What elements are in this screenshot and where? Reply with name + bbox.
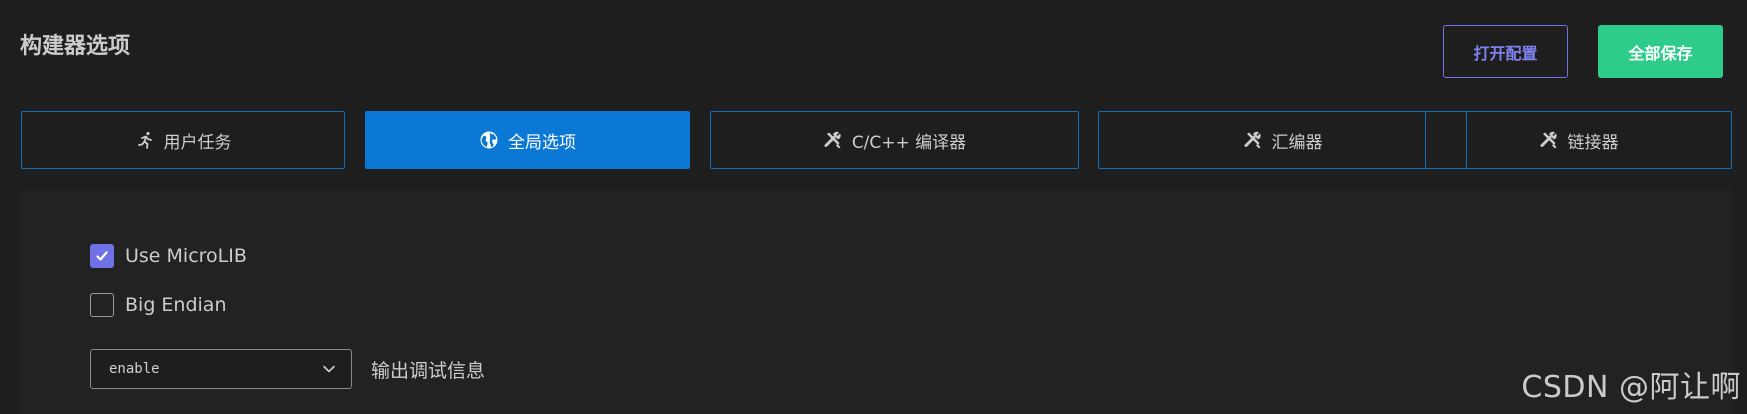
tools-icon xyxy=(1243,130,1263,150)
debug-output-label: 输出调试信息 xyxy=(371,359,486,382)
tools-icon xyxy=(823,130,843,150)
tab-label: 链接器 xyxy=(1567,132,1619,153)
globe-icon xyxy=(479,130,499,150)
tab-user-tasks[interactable]: 用户任务 xyxy=(21,111,345,169)
tab-label: 全局选项 xyxy=(508,132,576,153)
tab-label: C/C++ 编译器 xyxy=(851,132,967,153)
tab-assembler[interactable]: 汇编器 xyxy=(1098,111,1467,169)
use-microlib-option: Use MicroLIB xyxy=(90,244,247,268)
big-endian-option: Big Endian xyxy=(90,293,227,317)
tab-label: 用户任务 xyxy=(163,132,232,153)
save-all-button[interactable]: 全部保存 xyxy=(1598,25,1723,78)
use-microlib-checkbox[interactable] xyxy=(90,244,114,268)
debug-output-select[interactable]: enable xyxy=(90,349,352,389)
watermark: CSDN @阿让啊 xyxy=(1521,370,1741,405)
builder-options-page: 构建器选项 打开配置 全部保存 用户任务 全局选项 C/C++ 编译器 汇编器 … xyxy=(0,0,1747,414)
debug-output-option: enable 输出调试信息 xyxy=(90,349,485,389)
tab-label: 汇编器 xyxy=(1271,132,1323,153)
debug-output-value: enable xyxy=(109,361,160,377)
big-endian-label: Big Endian xyxy=(125,294,227,316)
tab-c-cpp-compiler[interactable]: C/C++ 编译器 xyxy=(710,111,1079,169)
tab-linker[interactable]: 链接器 xyxy=(1425,111,1732,169)
use-microlib-label: Use MicroLIB xyxy=(125,245,247,267)
big-endian-checkbox[interactable] xyxy=(90,293,114,317)
tools-icon xyxy=(1539,130,1559,150)
checkmark-icon xyxy=(96,251,108,261)
run-icon xyxy=(135,130,155,150)
tab-global-options[interactable]: 全局选项 xyxy=(365,111,690,169)
chevron-down-icon xyxy=(323,365,335,373)
open-config-button[interactable]: 打开配置 xyxy=(1443,25,1568,78)
page-title: 构建器选项 xyxy=(20,34,131,59)
